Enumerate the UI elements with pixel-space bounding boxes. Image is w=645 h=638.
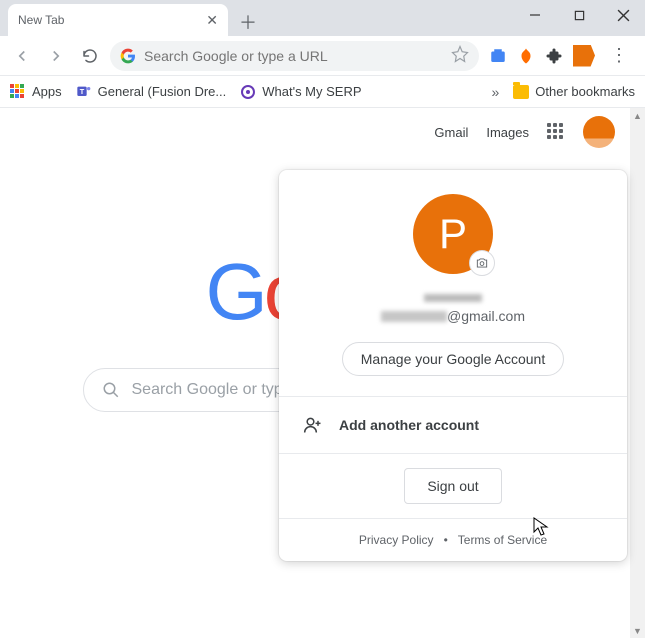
camera-icon[interactable]	[469, 250, 495, 276]
cursor-icon	[533, 517, 549, 537]
serp-icon	[240, 84, 256, 100]
forward-button[interactable]	[42, 42, 70, 70]
star-icon[interactable]	[451, 45, 469, 66]
app-launcher-icon[interactable]	[547, 123, 565, 141]
avatar-initial: P	[439, 210, 467, 258]
back-button[interactable]	[8, 42, 36, 70]
close-window-button[interactable]	[601, 0, 645, 30]
minimize-button[interactable]	[513, 0, 557, 30]
other-bookmarks-label: Other bookmarks	[535, 84, 635, 99]
apps-label: Apps	[32, 84, 62, 99]
svg-text:T: T	[79, 87, 84, 96]
tab-title: New Tab	[18, 13, 198, 27]
scrollbar[interactable]: ▲ ▼	[630, 108, 645, 638]
manage-account-button[interactable]: Manage your Google Account	[342, 342, 564, 376]
bookmarks-overflow-icon[interactable]: »	[492, 84, 500, 100]
profile-avatar-button[interactable]	[583, 116, 615, 148]
sign-out-button[interactable]: Sign out	[404, 468, 501, 504]
bookmarks-bar: Apps T General (Fusion Dre... What's My …	[0, 76, 645, 108]
toolbar-extensions: ⋮	[485, 42, 637, 70]
account-name	[423, 290, 483, 298]
address-bar[interactable]	[110, 41, 479, 71]
maximize-button[interactable]	[557, 0, 601, 30]
tab-strip: New Tab ✕ ＋	[8, 0, 262, 36]
extension-icon-1[interactable]	[489, 47, 507, 65]
email-suffix: @gmail.com	[447, 308, 525, 324]
account-email: @gmail.com	[381, 308, 525, 324]
omnibox-input[interactable]	[144, 48, 443, 64]
bookmark-item-1[interactable]: T General (Fusion Dre...	[76, 84, 227, 100]
extension-icon-2[interactable]	[517, 47, 535, 65]
add-account-label: Add another account	[339, 417, 479, 433]
profile-chip[interactable]	[573, 45, 595, 67]
sign-out-row: Sign out	[279, 453, 627, 518]
window-controls	[513, 0, 645, 30]
close-tab-icon[interactable]: ✕	[206, 12, 218, 29]
images-link[interactable]: Images	[486, 125, 529, 140]
bookmark-label: General (Fusion Dre...	[98, 84, 227, 99]
scroll-up-icon[interactable]: ▲	[630, 108, 645, 123]
teams-icon: T	[76, 84, 92, 100]
account-footer: Privacy Policy • Terms of Service	[279, 518, 627, 561]
new-tab-button[interactable]: ＋	[234, 8, 262, 36]
bookmark-label: What's My SERP	[262, 84, 361, 99]
add-account-row[interactable]: Add another account	[279, 396, 627, 453]
ntp-header: Gmail Images	[0, 108, 645, 156]
privacy-policy-link[interactable]: Privacy Policy	[359, 533, 434, 547]
footer-separator: •	[444, 533, 448, 547]
gmail-link[interactable]: Gmail	[434, 125, 468, 140]
chrome-menu-button[interactable]: ⋮	[605, 42, 633, 70]
apps-grid-icon	[10, 84, 26, 100]
browser-tab[interactable]: New Tab ✕	[8, 4, 228, 36]
scroll-down-icon[interactable]: ▼	[630, 623, 645, 638]
google-icon	[120, 48, 136, 64]
reload-button[interactable]	[76, 42, 104, 70]
account-header: P @gmail.com Manage your Google Account	[279, 170, 627, 396]
apps-shortcut[interactable]: Apps	[10, 84, 62, 100]
toolbar: ⋮	[0, 36, 645, 76]
bookmark-item-2[interactable]: What's My SERP	[240, 84, 361, 100]
folder-icon	[513, 85, 529, 99]
add-account-icon	[303, 415, 323, 435]
extensions-menu-icon[interactable]	[545, 47, 563, 65]
other-bookmarks[interactable]: Other bookmarks	[513, 84, 635, 99]
account-menu: P @gmail.com Manage your Google Account …	[279, 170, 627, 561]
title-bar: New Tab ✕ ＋	[0, 0, 645, 36]
search-icon	[102, 381, 120, 399]
